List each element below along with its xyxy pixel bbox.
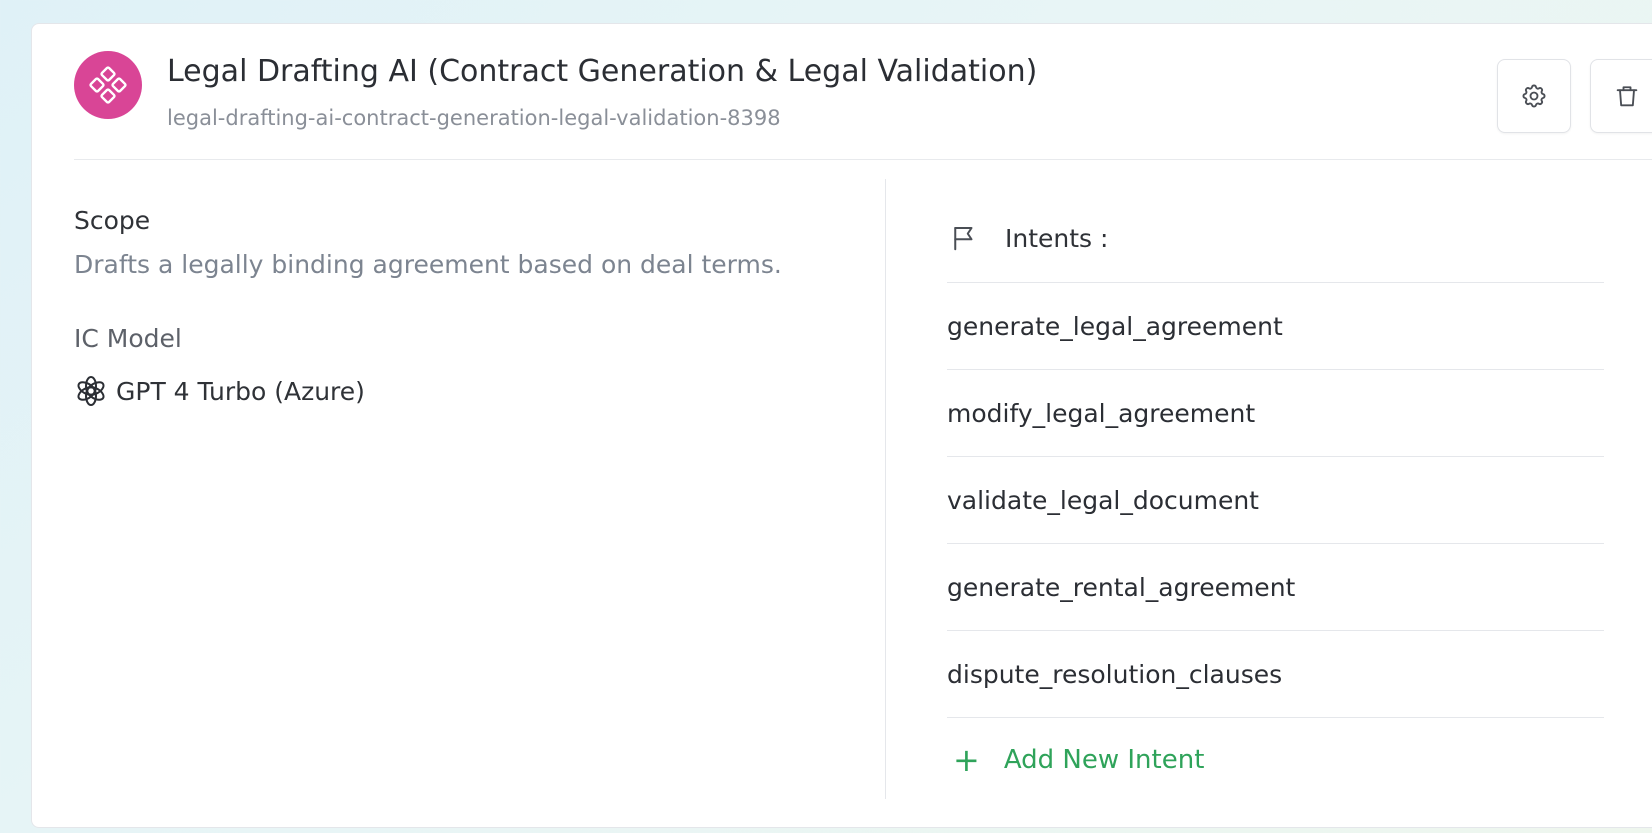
openai-icon (74, 374, 108, 408)
intents-header: Intents : (947, 194, 1604, 283)
intent-item[interactable]: dispute_resolution_clauses (947, 631, 1604, 718)
model-row: GPT 4 Turbo (Azure) (74, 374, 365, 408)
model-name: GPT 4 Turbo (Azure) (116, 376, 365, 406)
card-header: Legal Drafting AI (Contract Generation &… (74, 24, 1652, 160)
scope-label: Scope (74, 206, 151, 235)
intents-panel: Intents : generate_legal_agreement modif… (947, 194, 1604, 802)
trash-icon (1613, 82, 1641, 110)
column-divider (885, 179, 886, 799)
model-label: IC Model (74, 324, 182, 353)
gear-icon (1520, 82, 1548, 110)
intent-item[interactable]: generate_legal_agreement (947, 283, 1604, 370)
scope-text: Drafts a legally binding agreement based… (74, 250, 782, 279)
agent-slug: legal-drafting-ai-contract-generation-le… (167, 106, 781, 130)
intents-title: Intents : (1005, 223, 1109, 253)
plus-icon: + (953, 741, 980, 779)
agent-card: Legal Drafting AI (Contract Generation &… (31, 23, 1652, 828)
add-intent-button[interactable]: + Add New Intent (947, 718, 1604, 802)
intent-item[interactable]: modify_legal_agreement (947, 370, 1604, 457)
add-intent-label: Add New Intent (1003, 745, 1205, 775)
intent-item[interactable]: validate_legal_document (947, 457, 1604, 544)
settings-button[interactable] (1497, 59, 1571, 133)
intent-item[interactable]: generate_rental_agreement (947, 544, 1604, 631)
diamond-nodes-icon (74, 51, 142, 119)
delete-button[interactable] (1590, 59, 1652, 133)
flag-icon (949, 223, 979, 253)
agent-title: Legal Drafting AI (Contract Generation &… (167, 54, 1038, 89)
